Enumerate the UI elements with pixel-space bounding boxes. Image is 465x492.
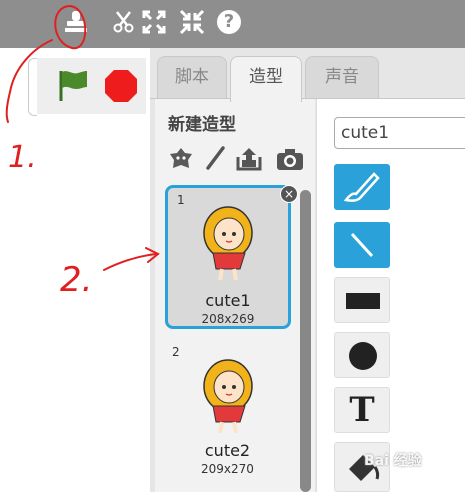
costume-item-1[interactable]: 1 × cute1 208x269 bbox=[165, 185, 298, 329]
costume-number: 1 bbox=[177, 193, 185, 207]
costume-thumbnail bbox=[203, 359, 253, 434]
line-tool-button[interactable] bbox=[334, 222, 390, 268]
costume-name: cute1 bbox=[205, 291, 251, 310]
paint-new-icon[interactable] bbox=[203, 146, 227, 172]
tab-costumes[interactable]: 造型 bbox=[230, 56, 302, 102]
rectangle-tool-icon bbox=[346, 293, 380, 309]
costume-item-2[interactable]: 2 cute2 209x270 bbox=[165, 341, 290, 483]
costume-size: 208x269 bbox=[201, 312, 255, 326]
new-costume-label: 新建造型 bbox=[168, 115, 236, 135]
costume-size: 209x270 bbox=[201, 462, 254, 476]
scissors-icon[interactable] bbox=[110, 8, 138, 36]
rectangle-tool-button[interactable] bbox=[334, 277, 390, 323]
top-toolbar: ? bbox=[0, 0, 465, 48]
tab-sounds[interactable]: 声音 bbox=[305, 56, 379, 99]
ellipse-tool-button[interactable] bbox=[334, 332, 390, 378]
costume-number: 2 bbox=[172, 345, 180, 359]
stop-sign-icon[interactable] bbox=[104, 69, 138, 103]
shrink-icon[interactable] bbox=[178, 8, 206, 36]
tab-scripts[interactable]: 脚本 bbox=[157, 56, 227, 99]
upload-icon[interactable] bbox=[235, 146, 263, 172]
delete-costume-button[interactable]: × bbox=[280, 185, 298, 203]
brush-tool-icon bbox=[343, 172, 380, 202]
ellipse-tool-icon bbox=[349, 342, 377, 370]
green-flag-icon[interactable] bbox=[56, 67, 90, 103]
costume-name-input[interactable] bbox=[334, 117, 465, 149]
grow-icon[interactable] bbox=[140, 8, 168, 36]
costume-name: cute2 bbox=[204, 441, 251, 460]
line-tool-icon bbox=[350, 232, 374, 258]
choose-from-library-icon[interactable] bbox=[168, 146, 194, 172]
costume-thumbnail bbox=[203, 206, 253, 281]
stage-edge bbox=[28, 58, 37, 116]
brush-tool-button[interactable] bbox=[334, 164, 390, 210]
camera-icon[interactable] bbox=[275, 146, 305, 172]
text-tool-icon: T bbox=[349, 390, 375, 430]
text-tool-button[interactable]: T bbox=[334, 387, 390, 433]
costumes-scrollbar[interactable] bbox=[300, 190, 311, 492]
stamp-icon[interactable] bbox=[62, 8, 90, 36]
annotation-number-2: 2. bbox=[60, 260, 93, 300]
annotation-number-1: 1. bbox=[8, 140, 37, 175]
help-icon[interactable]: ? bbox=[217, 10, 241, 34]
watermark: Bai 经验 bbox=[364, 453, 422, 469]
